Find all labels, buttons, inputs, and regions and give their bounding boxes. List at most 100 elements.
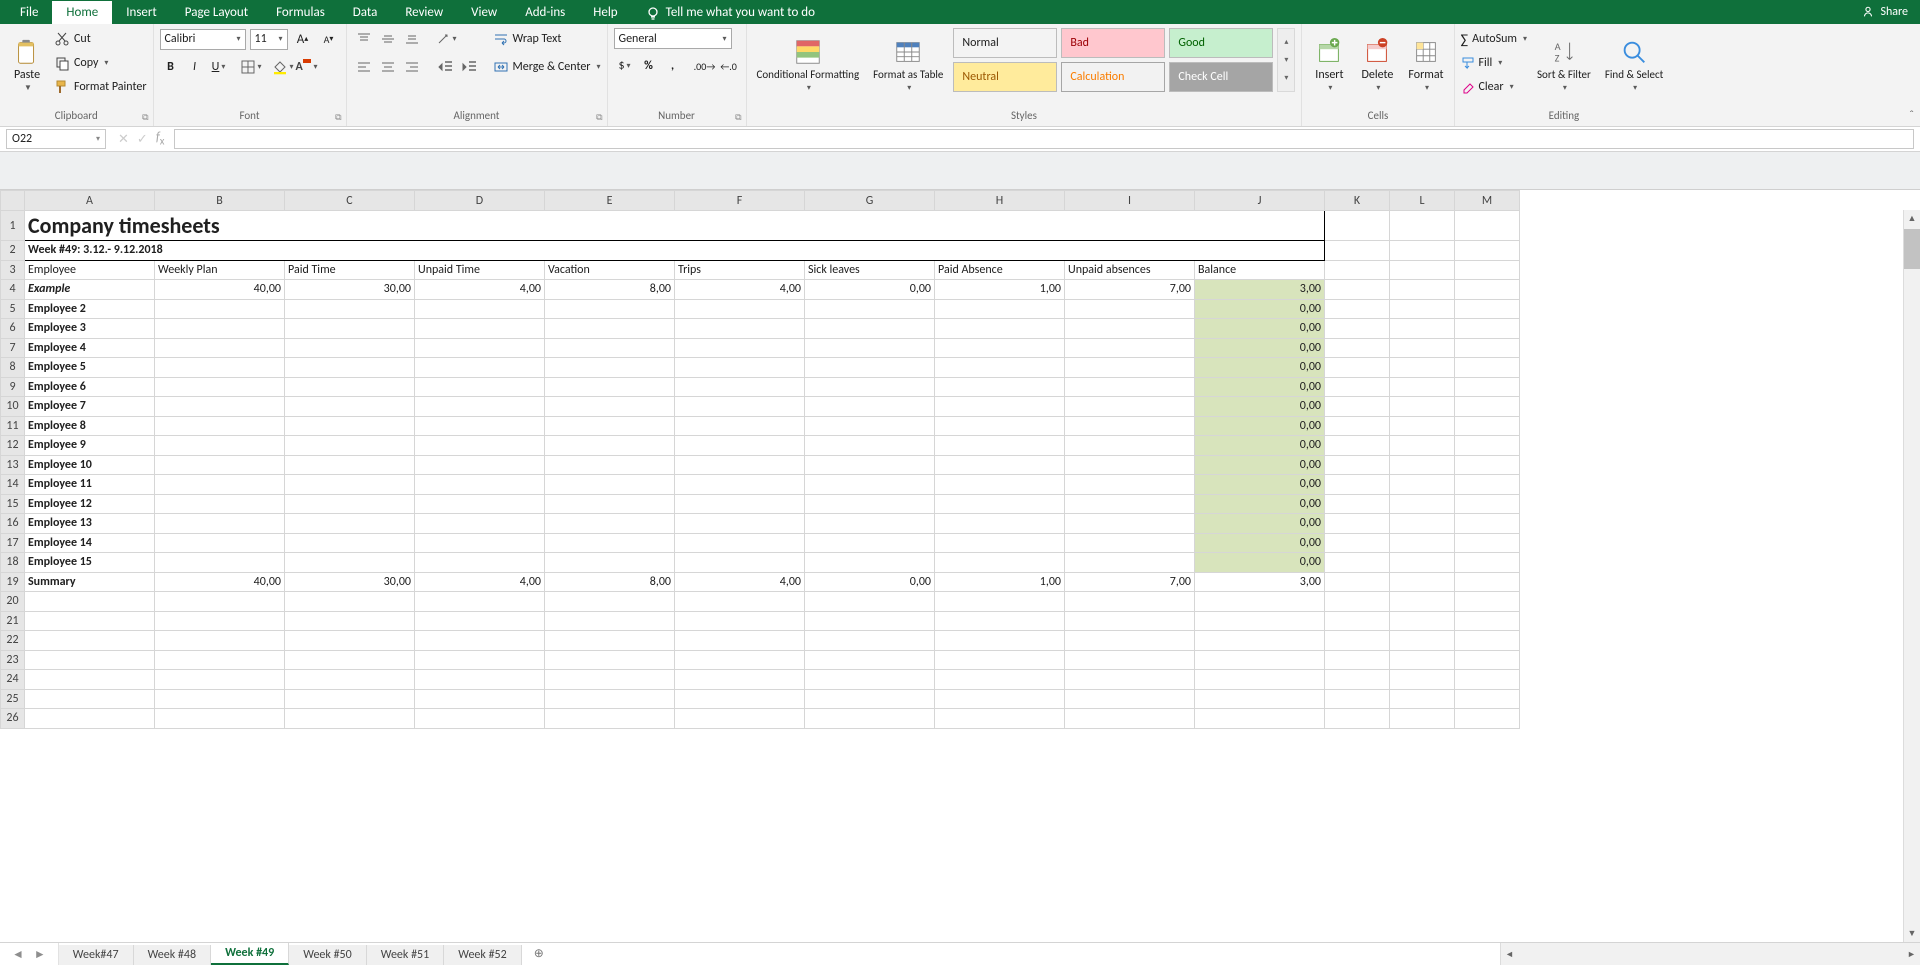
increase-indent-button[interactable] bbox=[459, 56, 481, 78]
tab-review[interactable]: Review bbox=[391, 1, 457, 24]
data-cell[interactable] bbox=[675, 416, 805, 436]
sheet-tab[interactable]: Week#47 bbox=[59, 945, 134, 965]
cell[interactable] bbox=[675, 611, 805, 631]
cell[interactable] bbox=[285, 631, 415, 651]
employee-cell[interactable]: Summary bbox=[25, 572, 155, 592]
cell[interactable] bbox=[1390, 475, 1455, 495]
cell[interactable] bbox=[805, 670, 935, 690]
col-header-I[interactable]: I bbox=[1065, 191, 1195, 211]
sheet-tab[interactable]: Week #50 bbox=[289, 945, 367, 965]
data-cell[interactable]: 0,00 bbox=[1195, 553, 1325, 573]
data-cell[interactable] bbox=[935, 358, 1065, 378]
data-cell[interactable] bbox=[545, 377, 675, 397]
cell[interactable] bbox=[1065, 611, 1195, 631]
cell[interactable] bbox=[1325, 592, 1390, 612]
data-cell[interactable] bbox=[935, 338, 1065, 358]
data-cell[interactable] bbox=[675, 436, 805, 456]
cell[interactable] bbox=[1455, 280, 1520, 300]
confirm-edit-icon[interactable]: ✓ bbox=[137, 132, 148, 147]
style-normal[interactable]: Normal bbox=[953, 28, 1057, 58]
cell[interactable] bbox=[1325, 377, 1390, 397]
row-header-7[interactable]: 7 bbox=[1, 338, 25, 358]
format-painter-button[interactable]: Format Painter bbox=[54, 76, 147, 98]
data-cell[interactable]: 0,00 bbox=[1195, 397, 1325, 417]
data-cell[interactable] bbox=[935, 436, 1065, 456]
decrease-decimal-button[interactable]: ←.0 bbox=[718, 55, 740, 77]
align-right-button[interactable] bbox=[401, 56, 423, 78]
insert-cells-button[interactable]: Insert▾ bbox=[1308, 28, 1350, 102]
employee-cell[interactable]: Employee 12 bbox=[25, 494, 155, 514]
find-select-button[interactable]: Find & Select▾ bbox=[1601, 28, 1667, 102]
data-cell[interactable] bbox=[545, 475, 675, 495]
row-header-9[interactable]: 9 bbox=[1, 377, 25, 397]
cell[interactable] bbox=[1390, 670, 1455, 690]
data-cell[interactable] bbox=[415, 436, 545, 456]
row-header-6[interactable]: 6 bbox=[1, 319, 25, 339]
data-cell[interactable] bbox=[545, 533, 675, 553]
cell[interactable] bbox=[415, 592, 545, 612]
decrease-indent-button[interactable] bbox=[435, 56, 457, 78]
data-cell[interactable] bbox=[155, 455, 285, 475]
data-cell[interactable] bbox=[285, 533, 415, 553]
bold-button[interactable]: B bbox=[160, 56, 182, 78]
styles-more-button[interactable]: ▴▾▾ bbox=[1277, 28, 1295, 92]
style-calculation[interactable]: Calculation bbox=[1061, 62, 1165, 92]
percent-format-button[interactable]: % bbox=[638, 55, 660, 77]
data-cell[interactable] bbox=[675, 553, 805, 573]
share-button[interactable]: Share bbox=[1861, 0, 1908, 24]
data-cell[interactable]: 4,00 bbox=[415, 572, 545, 592]
row-header-18[interactable]: 18 bbox=[1, 553, 25, 573]
cell[interactable] bbox=[545, 650, 675, 670]
cell[interactable] bbox=[1390, 358, 1455, 378]
cell[interactable] bbox=[1325, 494, 1390, 514]
data-cell[interactable] bbox=[1065, 494, 1195, 514]
row-header-12[interactable]: 12 bbox=[1, 436, 25, 456]
scroll-down-icon[interactable]: ▼ bbox=[1904, 925, 1920, 942]
increase-decimal-button[interactable]: .00→ bbox=[694, 55, 716, 77]
tab-view[interactable]: View bbox=[457, 1, 511, 24]
cell[interactable] bbox=[285, 709, 415, 729]
data-cell[interactable] bbox=[155, 358, 285, 378]
tab-help[interactable]: Help bbox=[579, 1, 631, 24]
orientation-button[interactable]: ▾ bbox=[435, 28, 457, 50]
employee-cell[interactable]: Employee 7 bbox=[25, 397, 155, 417]
col-header-E[interactable]: E bbox=[545, 191, 675, 211]
dialog-launcher-icon[interactable]: ⧉ bbox=[596, 112, 602, 123]
data-cell[interactable]: 8,00 bbox=[545, 280, 675, 300]
tab-addins[interactable]: Add-ins bbox=[511, 1, 579, 24]
cell[interactable] bbox=[1325, 670, 1390, 690]
cell[interactable] bbox=[415, 670, 545, 690]
shrink-font-button[interactable]: A▾ bbox=[318, 28, 340, 50]
col-header-B[interactable]: B bbox=[155, 191, 285, 211]
row-header-21[interactable]: 21 bbox=[1, 611, 25, 631]
cell[interactable] bbox=[935, 611, 1065, 631]
cell[interactable] bbox=[1455, 631, 1520, 651]
cell[interactable] bbox=[675, 631, 805, 651]
cell[interactable] bbox=[1325, 338, 1390, 358]
cell[interactable] bbox=[415, 709, 545, 729]
cell[interactable] bbox=[675, 670, 805, 690]
cell[interactable] bbox=[155, 689, 285, 709]
cell[interactable] bbox=[1390, 280, 1455, 300]
data-cell[interactable] bbox=[805, 338, 935, 358]
data-cell[interactable] bbox=[935, 397, 1065, 417]
data-cell[interactable]: 3,00 bbox=[1195, 572, 1325, 592]
employee-cell[interactable]: Employee 10 bbox=[25, 455, 155, 475]
data-cell[interactable] bbox=[675, 299, 805, 319]
cell[interactable] bbox=[155, 631, 285, 651]
data-cell[interactable]: 0,00 bbox=[1195, 436, 1325, 456]
data-cell[interactable] bbox=[1065, 475, 1195, 495]
cell[interactable] bbox=[1325, 211, 1390, 241]
data-cell[interactable] bbox=[935, 475, 1065, 495]
data-cell[interactable] bbox=[805, 416, 935, 436]
cell[interactable] bbox=[1390, 260, 1455, 280]
data-cell[interactable] bbox=[805, 455, 935, 475]
scroll-left-icon[interactable]: ◄ bbox=[1501, 949, 1518, 960]
row-header-23[interactable]: 23 bbox=[1, 650, 25, 670]
cell[interactable] bbox=[1455, 241, 1520, 261]
employee-cell[interactable]: Employee 9 bbox=[25, 436, 155, 456]
employee-cell[interactable]: Employee 5 bbox=[25, 358, 155, 378]
data-cell[interactable] bbox=[935, 553, 1065, 573]
data-cell[interactable] bbox=[285, 553, 415, 573]
formula-input[interactable] bbox=[174, 129, 1914, 149]
